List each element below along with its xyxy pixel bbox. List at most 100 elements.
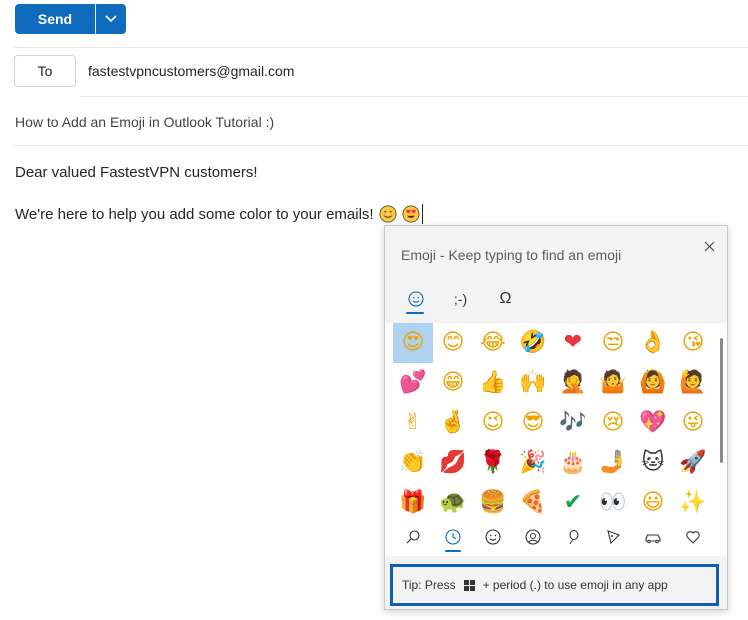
smiley-icon [485, 529, 501, 545]
to-button[interactable]: To [14, 55, 76, 87]
emoji-glyph: 🙋 [679, 370, 707, 395]
divider [80, 96, 748, 97]
emoji-glyph: 🚀 [679, 450, 707, 475]
divider [14, 47, 748, 48]
emoji-glyph: 😜 [681, 410, 705, 435]
emoji-cell[interactable]: ✔ [553, 483, 593, 518]
emoji-cell[interactable]: 😂 [473, 323, 513, 363]
category-food[interactable] [593, 518, 633, 556]
emoji-glyph: 🌹 [479, 450, 507, 475]
emoji-glyph: ❤ [563, 330, 583, 355]
emoji-cell[interactable]: 🐱 [633, 443, 673, 483]
emoji-cell[interactable]: 💖 [633, 403, 673, 443]
emoji-cell[interactable]: 😜 [673, 403, 713, 443]
emoji-glyph: 🎉 [519, 450, 547, 475]
emoji-cell[interactable]: 🤣 [513, 323, 553, 363]
emoji-cell[interactable]: 😊 [433, 323, 473, 363]
emoji-glyph: 😂 [480, 330, 506, 355]
emoji-glyph: 🙌 [519, 370, 547, 395]
emoji-glyph: 💖 [639, 410, 667, 435]
emoji-cell[interactable]: 👏 [393, 443, 433, 483]
smiley-tab-icon [407, 291, 424, 307]
close-icon [704, 241, 714, 251]
send-button[interactable]: Send [15, 4, 95, 34]
subject-field[interactable]: How to Add an Emoji in Outlook Tutorial … [15, 114, 274, 130]
emoji-glyph: 🤳 [599, 450, 627, 475]
emoji-cell[interactable]: 👌 [633, 323, 673, 363]
balloon-icon [569, 529, 579, 545]
tip-prefix: Tip: Press [402, 578, 456, 592]
emoji-cell[interactable]: ❤ [553, 323, 593, 363]
category-smileys[interactable] [473, 518, 513, 556]
emoji-glyph: 😁 [441, 370, 465, 395]
body-greeting[interactable]: Dear valued FastestVPN customers! [15, 164, 258, 181]
emoji-glyph: 💕 [399, 370, 427, 395]
emoji-cell[interactable]: 🎂 [553, 443, 593, 483]
emoji-cell[interactable]: 🙌 [513, 363, 553, 403]
emoji-cell[interactable]: 💋 [433, 443, 473, 483]
category-celebration[interactable] [553, 518, 593, 556]
emoji-cell[interactable]: 🍔 [473, 483, 513, 518]
emoji-glyph: 😒 [601, 330, 625, 355]
emoji-glyph: 👏 [399, 450, 427, 475]
body-text-line[interactable]: We're here to help you add some color to… [15, 204, 423, 224]
emoji-cell[interactable]: 🙋 [673, 363, 713, 403]
emoji-glyph: 🎂 [559, 450, 587, 475]
send-options-button[interactable] [96, 4, 126, 34]
emoji-cell[interactable]: 😘 [673, 323, 713, 363]
close-button[interactable] [697, 234, 721, 258]
category-search[interactable] [393, 518, 433, 556]
emoji-glyph: 🙆 [639, 370, 667, 395]
emoji-glyph: 😘 [681, 330, 705, 355]
emoji-cell[interactable]: 🤷 [593, 363, 633, 403]
emoji-cell[interactable]: 🎉 [513, 443, 553, 483]
emoji-cell[interactable]: ✌ [393, 403, 433, 443]
tip-bar: Tip: Press + period (.) to use emoji in … [390, 564, 719, 606]
category-people[interactable] [513, 518, 553, 556]
text-cursor [421, 204, 423, 224]
emoji-cell[interactable]: 😢 [593, 403, 633, 443]
emoji-cell[interactable]: 🚀 [673, 443, 713, 483]
tab-kaomoji[interactable]: ;-) [438, 282, 483, 316]
emoji-cell[interactable]: 😒 [593, 323, 633, 363]
emoji-cell[interactable]: 🤦 [553, 363, 593, 403]
category-symbols[interactable] [673, 518, 713, 556]
tab-emoji[interactable] [393, 282, 438, 316]
send-divider [95, 4, 96, 34]
emoji-glyph: 😢 [601, 410, 625, 435]
emoji-glyph: ✔ [563, 490, 583, 515]
emoji-cell[interactable]: 😁 [433, 363, 473, 403]
emoji-cell[interactable]: 🙆 [633, 363, 673, 403]
emoji-cell[interactable]: 😍 [393, 323, 433, 363]
emoji-glyph: 🐱 [641, 450, 665, 475]
emoji-cell[interactable]: ✨ [673, 483, 713, 518]
emoji-glyph: ✌ [403, 410, 423, 435]
category-travel[interactable] [633, 518, 673, 556]
emoji-cell[interactable]: 👀 [593, 483, 633, 518]
heart-icon [686, 531, 700, 544]
emoji-cell[interactable]: 😎 [513, 403, 553, 443]
send-button-group: Send [15, 4, 126, 34]
to-recipient[interactable]: fastestvpncustomers@gmail.com [88, 63, 294, 79]
emoji-cell[interactable]: 🌹 [473, 443, 513, 483]
emoji-glyph: 🐢 [439, 490, 467, 515]
category-recent[interactable] [433, 518, 473, 556]
emoji-cell[interactable]: 💕 [393, 363, 433, 403]
emoji-cell[interactable]: 🤞 [433, 403, 473, 443]
person-icon [525, 529, 541, 545]
emoji-cell[interactable]: 🤳 [593, 443, 633, 483]
tab-symbols[interactable]: Ω [483, 282, 528, 316]
emoji-glyph: 😎 [521, 410, 545, 435]
emoji-glyph: 😍 [401, 330, 425, 355]
emoji-cell[interactable]: 👍 [473, 363, 513, 403]
emoji-cell[interactable]: 😃 [633, 483, 673, 518]
search-icon [406, 530, 420, 544]
divider [14, 145, 748, 146]
emoji-cell[interactable]: 🎶 [553, 403, 593, 443]
emoji-cell[interactable]: 🍕 [513, 483, 553, 518]
emoji-cell[interactable]: 🎁 [393, 483, 433, 518]
emoji-scrollbar[interactable] [720, 338, 723, 463]
emoji-cell[interactable]: 😉 [473, 403, 513, 443]
emoji-cell[interactable]: 🐢 [433, 483, 473, 518]
emoji-panel-title: Emoji - Keep typing to find an emoji [401, 247, 622, 263]
